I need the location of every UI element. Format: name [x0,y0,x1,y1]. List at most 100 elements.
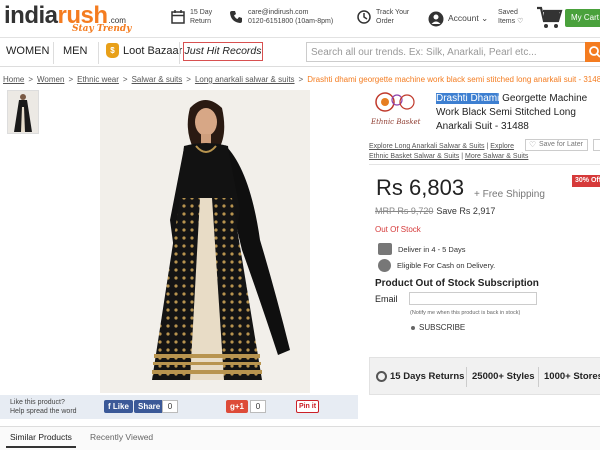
brand-name: Ethnic Basket [371,118,421,126]
breadcrumb: Home > Women > Ethnic wear > Salwar & suits > Lo… [3,75,600,84]
site-header: indiarush.com Stay Trendy 15 Day Return c… [0,0,600,38]
breadcrumb-women[interactable]: Women [37,75,64,84]
explore-long-anarkali-link[interactable]: Explore Long Anarkali Salwar & Suits [369,143,485,150]
like-line2: Help spread the word [10,408,77,415]
saved-line2: Items [498,18,516,25]
calendar-icon [171,10,185,24]
thumbnail-image [14,94,32,132]
breadcrumb-current: Drashti dhami georgette machine work bla… [307,75,600,84]
user-icon [428,11,444,27]
pinterest-button[interactable]: Pin it [296,400,319,413]
stock-status: Out Of Stock [375,225,421,234]
return-policy[interactable]: 15 Day Return [170,8,212,26]
loot-label: Loot Bazaar [123,44,183,57]
logo-tagline: Stay Trendy [72,24,132,34]
return-line2: Return [190,18,212,25]
cart-icon[interactable] [536,6,564,30]
nav-divider [179,42,180,64]
search-button[interactable] [585,42,600,62]
site-logo[interactable]: indiarush.com Stay Trendy [4,2,134,36]
breadcrumb-separator: > [298,75,304,84]
breadcrumb-salwar-suits[interactable]: Salwar & suits [132,75,183,84]
cod-text: Eligible For Cash on Delivery. [397,261,496,270]
heart-icon: ♡ [517,18,524,25]
feature-styles: 25000+ Styles [472,371,535,382]
search-bar [306,42,600,62]
loot-bag-icon: $ [106,43,119,58]
nav-divider [53,42,54,64]
cash-icon [378,259,391,272]
nav-just-hit-records[interactable]: Just Hit Records [183,42,263,61]
cod-info: Eligible For Cash on Delivery. [378,259,495,272]
track-order-icon [357,10,371,24]
breadcrumb-home[interactable]: Home [3,75,24,84]
subscribe-button[interactable]: SUBSCRIBE [411,323,465,332]
feature-styles-text: 25000+ Styles [472,371,535,382]
breadcrumb-ethnic-wear[interactable]: Ethnic wear [77,75,119,84]
notify-hint: (Notify me when this product is back in … [410,310,521,316]
explore-link[interactable]: Explore [490,143,514,150]
bullet-icon [411,325,415,330]
facebook-share-button[interactable]: Share [134,400,165,413]
nav-loot-bazaar[interactable]: $ Loot Bazaar [106,43,182,58]
feature-stores-text: 1000+ Stores [544,371,600,382]
contact-email: care@indirush.com [248,9,309,16]
title-highlight: Drashti Dhami [436,93,500,104]
track-line2: Order [376,18,394,25]
save-for-later-label: Save for Later [539,141,583,148]
product-thumbnail[interactable] [7,90,39,134]
free-shipping-label: + Free Shipping [474,189,545,200]
more-salwar-link[interactable]: More Salwar & Suits [465,153,528,160]
feature-divider [538,367,539,387]
feature-returns: 15 Days Returns [390,371,464,382]
saved-items[interactable]: Saved Items ♡ [498,8,523,26]
secondary-action-button[interactable] [593,139,600,151]
save-for-later-button[interactable]: ♡ Save for Later [525,139,588,151]
facebook-icon: f [108,402,111,411]
features-strip: 15 Days Returns 25000+ Styles 1000+ Stor… [369,357,600,395]
search-input[interactable] [307,43,585,61]
email-label: Email [375,294,398,304]
facebook-count: 0 [162,400,178,413]
breadcrumb-separator: > [122,75,128,84]
brand-logo[interactable]: Ethnic Basket [369,88,429,130]
track-line1: Track Your [376,9,410,16]
account-label: Account [448,13,479,23]
facebook-like-button[interactable]: f Like [104,400,133,413]
truck-icon [378,243,392,255]
feature-stores: 1000+ Stores [544,371,600,382]
product-main-image[interactable] [100,90,310,393]
product-tabs: Similar Products Recently Viewed [0,426,600,450]
clock-icon [376,371,387,382]
delivery-text: Deliver in 4 - 5 Days [398,244,466,254]
breadcrumb-separator: > [68,75,74,84]
discount-badge: 30% Off [572,175,600,187]
subscription-heading: Product Out of Stock Subscription [375,278,539,289]
my-cart-button[interactable]: My Cart [565,9,600,27]
feature-returns-text: 15 Days Returns [390,371,465,382]
return-line1: 15 Day [190,9,213,16]
nav-men[interactable]: MEN [63,45,87,57]
nav-divider [98,42,99,64]
mrp-price: MRP Rs 9,720 [375,206,434,216]
explore-brand-link[interactable]: Ethnic Basket Salwar & Suits [369,153,459,160]
breadcrumb-separator: > [186,75,191,84]
track-order[interactable]: Track Your Order [356,8,409,26]
contact-info: care@indirush.com 0120-6151800 (10am-8pm) [228,8,333,26]
model-photo [100,90,310,393]
explore-links: Explore Long Anarkali Salwar & Suits | E… [369,142,529,162]
tab-similar-products[interactable]: Similar Products [6,432,76,448]
nav-women[interactable]: WOMEN [6,45,49,57]
mrp-line: MRP Rs 9,720 Save Rs 2,917 [375,206,495,216]
saving-amount: Save Rs 2,917 [436,206,496,216]
heart-icon: ♡ [529,140,537,149]
breadcrumb-long-anarkali[interactable]: Long anarkali salwar & suits [195,75,295,84]
tab-recently-viewed[interactable]: Recently Viewed [90,432,153,442]
account-menu[interactable]: Account ⌄ [428,10,488,27]
share-bar: Like this product? Help spread the word … [0,395,358,419]
feature-divider [466,367,467,387]
email-field[interactable] [409,292,537,305]
phone-icon [230,11,242,23]
google-plus-button[interactable]: g+1 [226,400,248,413]
like-prompt: Like this product? Help spread the word [10,398,77,416]
